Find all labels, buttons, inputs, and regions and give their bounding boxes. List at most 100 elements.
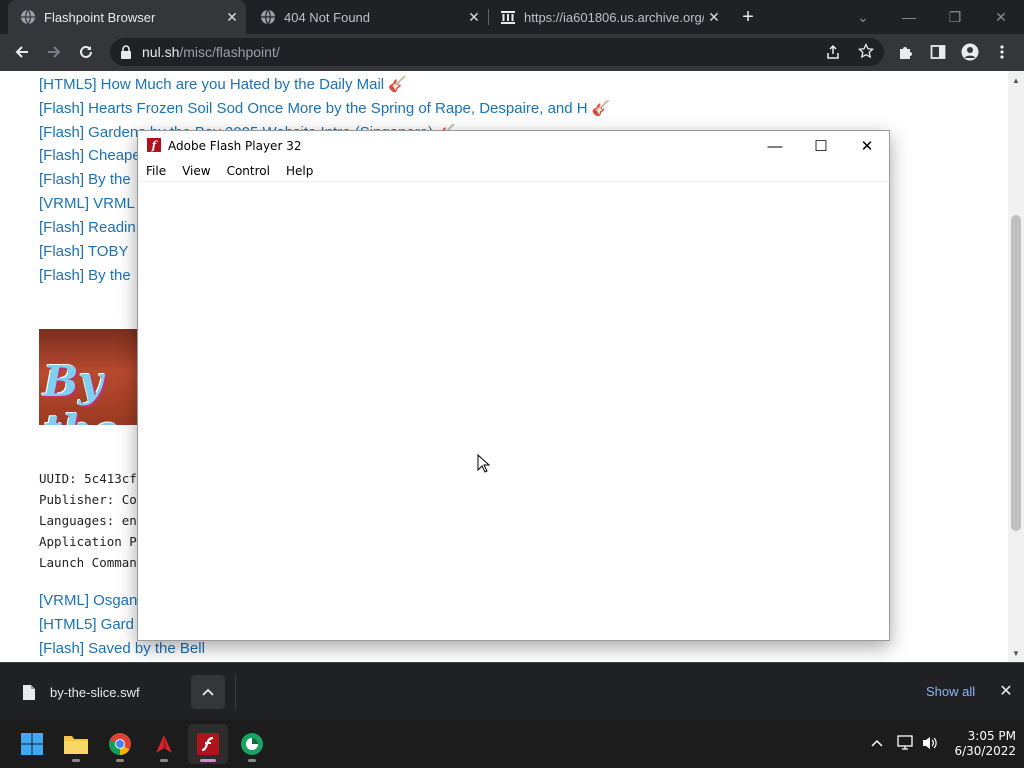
flash-window-title: Adobe Flash Player 32 — [168, 139, 302, 153]
forward-button[interactable] — [40, 38, 68, 66]
windows-taskbar: 3:05 PM 6/30/2022 — [0, 720, 1024, 768]
volume-icon[interactable] — [921, 735, 939, 754]
tab-strip: Flashpoint Browser ✕ 404 Not Found ✕ htt… — [0, 0, 1024, 34]
tab-flashpoint-browser[interactable]: Flashpoint Browser ✕ — [8, 0, 246, 34]
clock-date: 6/30/2022 — [954, 744, 1016, 758]
download-filename: by-the-slice.swf — [50, 684, 140, 700]
restore-icon[interactable]: ❐ — [932, 0, 978, 34]
taskbar-flashpoint[interactable] — [144, 724, 184, 764]
detail-publisher: Publisher: Co — [39, 492, 137, 507]
menu-button[interactable] — [988, 38, 1016, 66]
side-panel-button[interactable] — [924, 38, 952, 66]
game-link[interactable]: [HTML5] How Much are you Hated by the Da… — [39, 75, 407, 93]
download-menu-button[interactable] — [191, 675, 225, 709]
url-path: /misc/flashpoint/ — [179, 44, 280, 60]
tab-search-icon[interactable]: ⌄ — [840, 0, 886, 34]
game-link[interactable]: [Flash] Saved by the Bell — [39, 640, 205, 657]
game-link[interactable]: [Flash] Cheape — [39, 147, 141, 164]
url-host: nul.sh — [142, 44, 180, 60]
detail-launch-command: Launch Comman — [39, 555, 137, 570]
reload-button[interactable] — [72, 38, 100, 66]
puzzle-icon — [900, 47, 912, 59]
archive-icon — [500, 9, 516, 25]
game-link[interactable]: [VRML] Osgan — [39, 592, 137, 609]
taskbar-file-explorer[interactable] — [56, 724, 96, 764]
menu-help[interactable]: Help — [278, 164, 321, 178]
globe-icon — [260, 9, 276, 25]
show-all-downloads-link[interactable]: Show all — [926, 684, 975, 699]
profile-icon — [961, 43, 979, 61]
flash-title-bar[interactable]: f Adobe Flash Player 32 — ☐ ✕ — [138, 131, 889, 161]
game-link[interactable]: [Flash] By the — [39, 267, 131, 284]
extensions-button[interactable] — [892, 38, 920, 66]
windows-logo-icon — [21, 733, 43, 755]
taskbar-app-green[interactable] — [232, 724, 272, 764]
download-shelf: by-the-slice.swf Show all ✕ — [0, 662, 1024, 720]
tab-title: Flashpoint Browser — [44, 9, 156, 25]
lock-icon[interactable] — [120, 45, 132, 59]
profile-button[interactable] — [956, 38, 984, 66]
page-scrollbar[interactable]: ▲ ▼ — [1008, 71, 1024, 662]
tray-overflow-icon[interactable] — [871, 734, 883, 750]
scroll-up-icon[interactable]: ▲ — [1011, 75, 1021, 85]
game-link[interactable]: [Flash] TOBY — [39, 243, 128, 260]
start-button[interactable] — [12, 724, 52, 764]
game-link[interactable]: [VRML] VRML — [39, 195, 135, 212]
detail-application: Application P — [39, 534, 137, 549]
file-icon — [23, 684, 35, 700]
menu-view[interactable]: View — [174, 164, 218, 178]
green-app-icon — [241, 733, 263, 755]
close-tab-icon[interactable]: ✕ — [704, 7, 724, 27]
thumbnail-title: By the — [43, 357, 120, 425]
mouse-cursor-icon — [477, 454, 491, 473]
close-tab-icon[interactable]: ✕ — [464, 7, 484, 27]
chrome-icon — [109, 733, 131, 755]
flash-minimize-icon[interactable]: — — [752, 131, 798, 161]
back-button[interactable] — [8, 38, 36, 66]
menu-control[interactable]: Control — [219, 164, 278, 178]
flashpoint-icon — [156, 735, 172, 753]
flash-menu-bar: File View Control Help — [138, 161, 889, 181]
browser-toolbar: nul.sh/misc/flashpoint/ — [0, 34, 1024, 71]
reload-icon — [80, 45, 92, 58]
scrollbar-thumb[interactable] — [1011, 215, 1021, 531]
scroll-down-icon[interactable]: ▼ — [1011, 648, 1021, 658]
close-window-icon[interactable]: ✕ — [978, 0, 1024, 34]
game-link[interactable]: [Flash] By the — [39, 171, 131, 188]
game-link[interactable]: [Flash] Hearts Frozen Soil Sod Once More… — [39, 99, 610, 117]
tab-title: 404 Not Found — [284, 9, 371, 25]
flash-stage[interactable] — [138, 181, 889, 640]
forward-arrow-icon — [48, 46, 61, 58]
flash-player-window: f Adobe Flash Player 32 — ☐ ✕ File View … — [137, 130, 890, 641]
game-thumbnail: By the — [39, 329, 138, 425]
close-shelf-icon[interactable]: ✕ — [996, 681, 1016, 701]
folder-icon — [64, 736, 88, 754]
download-item[interactable]: by-the-slice.swf — [12, 675, 236, 709]
flash-maximize-icon[interactable]: ☐ — [798, 131, 844, 161]
network-icon[interactable] — [897, 735, 915, 754]
system-clock[interactable]: 3:05 PM 6/30/2022 — [946, 729, 1016, 759]
flash-close-icon[interactable]: ✕ — [844, 131, 890, 161]
taskbar-flash-player[interactable] — [188, 724, 228, 764]
minimize-icon[interactable]: — — [886, 0, 932, 34]
bookmark-star-icon[interactable] — [857, 42, 875, 64]
game-link[interactable]: [Flash] Readin — [39, 219, 136, 236]
detail-languages: Languages: en — [39, 513, 137, 528]
side-panel-icon — [930, 45, 946, 59]
globe-icon — [20, 9, 36, 25]
address-bar[interactable]: nul.sh/misc/flashpoint/ — [110, 38, 884, 66]
new-tab-button[interactable]: + — [737, 6, 759, 28]
clock-time: 3:05 PM — [967, 729, 1016, 743]
flash-player-icon — [197, 733, 219, 755]
taskbar-chrome[interactable] — [100, 724, 140, 764]
flash-player-icon: f — [147, 138, 161, 152]
tab-404[interactable]: 404 Not Found ✕ — [248, 0, 488, 34]
tab-archive[interactable]: https://ia601806.us.archive.org/v ✕ — [488, 0, 728, 34]
kebab-menu-icon — [1000, 45, 1004, 59]
close-tab-icon[interactable]: ✕ — [222, 7, 242, 27]
menu-file[interactable]: File — [138, 164, 174, 178]
share-icon[interactable] — [825, 44, 841, 65]
back-arrow-icon — [15, 46, 28, 58]
tab-title: https://ia601806.us.archive.org/v — [524, 9, 704, 25]
game-link[interactable]: [HTML5] Gard — [39, 616, 134, 633]
